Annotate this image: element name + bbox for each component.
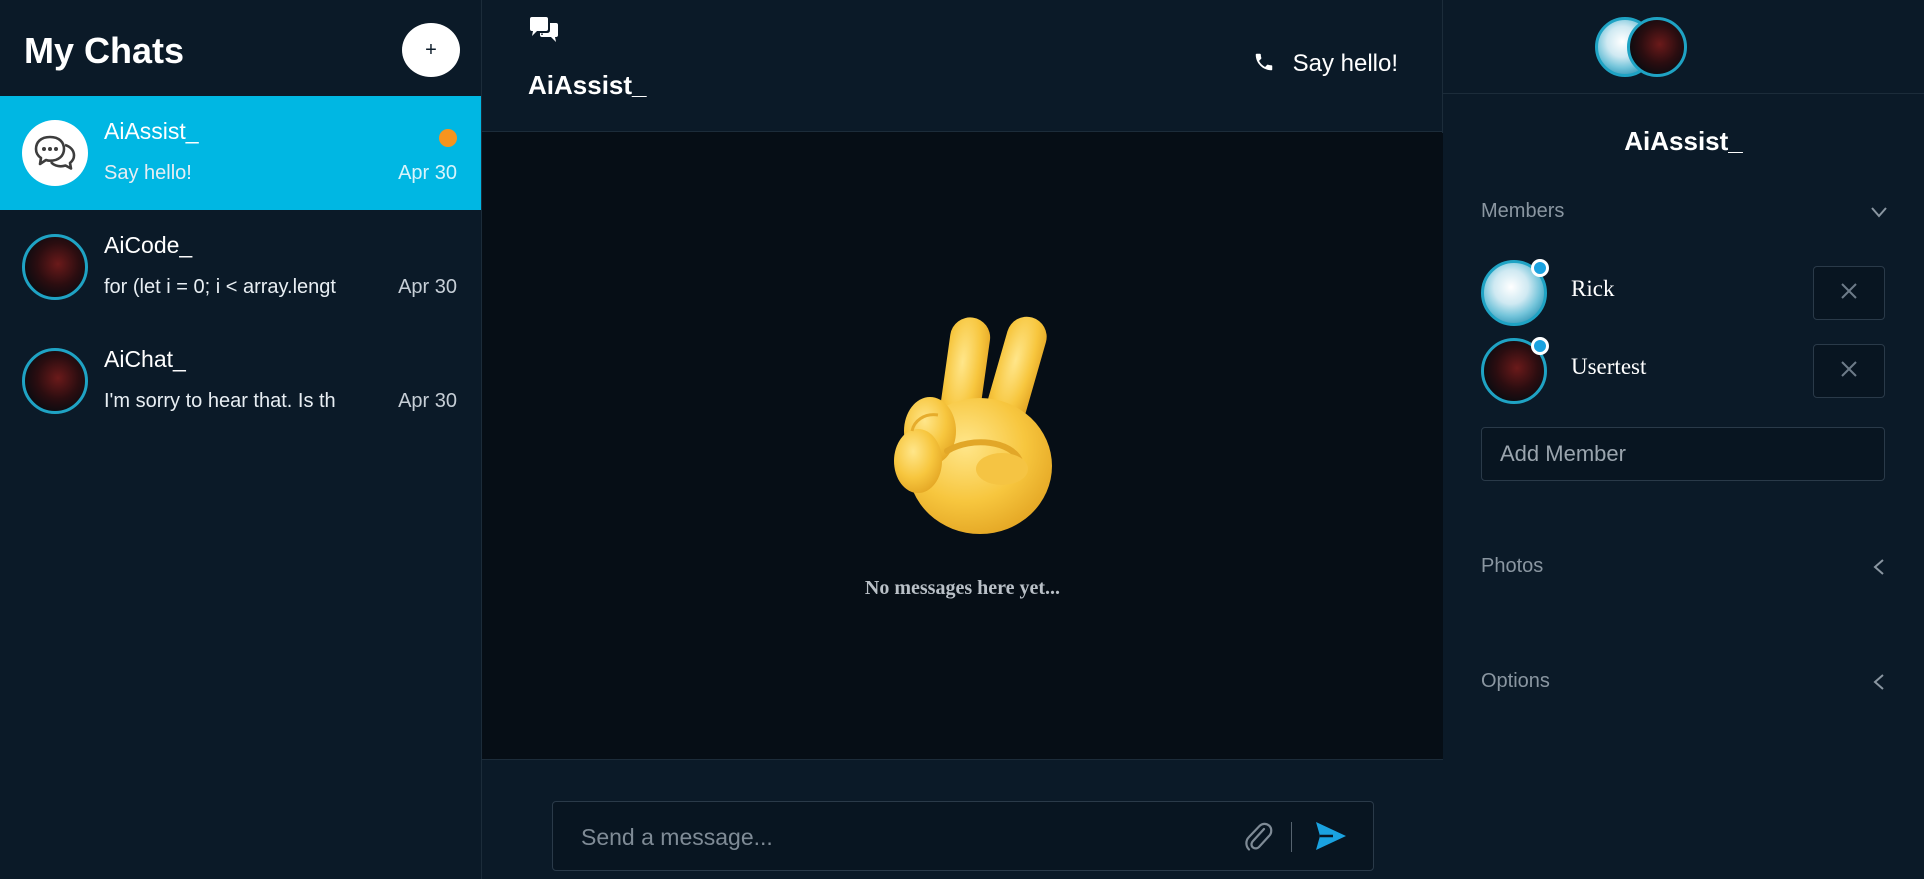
call-label: Say hello! bbox=[1292, 50, 1398, 77]
empty-state-text: No messages here yet... bbox=[864, 577, 1061, 599]
composer-area bbox=[482, 759, 1443, 879]
section-label: Photos bbox=[1481, 555, 1544, 577]
options-section-toggle[interactable]: Options bbox=[1481, 670, 1889, 700]
conversation-title: AiAssist_ bbox=[528, 70, 647, 100]
online-indicator bbox=[1531, 259, 1549, 277]
chat-bubbles-icon bbox=[22, 120, 88, 186]
chat-date: Apr 30 bbox=[398, 276, 457, 298]
chat-bubbles-icon bbox=[528, 16, 560, 51]
send-icon[interactable] bbox=[1313, 818, 1349, 859]
member-name: Usertest bbox=[1571, 354, 1647, 379]
conversation-panel: AiAssist_ Say hello! No messages here ye… bbox=[482, 0, 1443, 879]
chevron-left-icon bbox=[1869, 557, 1889, 582]
chat-app: My Chats + AiAssist_ Say hello! Apr 30 A… bbox=[0, 0, 1924, 879]
online-indicator bbox=[1531, 337, 1549, 355]
member-row: Usertest bbox=[1481, 337, 1889, 406]
chevron-left-icon bbox=[1869, 672, 1889, 697]
chat-preview: for (let i = 0; i < array.length bbox=[104, 276, 336, 298]
photos-section-toggle[interactable]: Photos bbox=[1481, 555, 1889, 585]
composer-divider bbox=[1291, 822, 1292, 852]
avatar bbox=[22, 348, 88, 414]
phone-icon bbox=[1253, 51, 1275, 78]
call-button[interactable]: Say hello! bbox=[1253, 50, 1398, 78]
sidebar-title: My Chats bbox=[24, 30, 185, 71]
chevron-down-icon bbox=[1869, 202, 1889, 227]
paperclip-icon[interactable] bbox=[1243, 820, 1273, 859]
avatar bbox=[22, 234, 88, 300]
close-icon bbox=[1838, 358, 1860, 385]
chat-sidebar: My Chats + AiAssist_ Say hello! Apr 30 A… bbox=[0, 0, 482, 879]
chat-list: AiAssist_ Say hello! Apr 30 AiCode_ for … bbox=[0, 96, 481, 438]
sidebar-header: My Chats + bbox=[0, 0, 481, 96]
remove-member-button[interactable] bbox=[1813, 266, 1885, 320]
message-input[interactable] bbox=[581, 820, 1221, 854]
chat-name: AiAssist_ bbox=[104, 118, 199, 144]
remove-member-button[interactable] bbox=[1813, 344, 1885, 398]
unread-indicator bbox=[439, 129, 457, 147]
chat-list-item[interactable]: AiAssist_ Say hello! Apr 30 bbox=[0, 96, 481, 210]
section-label: Options bbox=[1481, 670, 1550, 692]
chat-preview: Say hello! bbox=[104, 162, 192, 184]
chat-name: AiChat_ bbox=[104, 346, 186, 372]
message-composer bbox=[552, 801, 1374, 871]
members-section-toggle[interactable]: Members bbox=[1481, 200, 1889, 230]
add-member-input[interactable] bbox=[1481, 427, 1885, 481]
member-row: Rick bbox=[1481, 259, 1889, 328]
avatar bbox=[1627, 17, 1687, 77]
chat-date: Apr 30 bbox=[398, 162, 457, 184]
close-icon bbox=[1838, 280, 1860, 307]
details-avatar-stack bbox=[1443, 0, 1924, 94]
chat-date: Apr 30 bbox=[398, 390, 457, 412]
details-title: AiAssist_ bbox=[1624, 126, 1743, 156]
new-chat-button[interactable]: + bbox=[402, 23, 460, 77]
chat-preview: I'm sorry to hear that. Is there bbox=[104, 390, 336, 412]
chat-details-panel: AiAssist_ Members Rick Usertest Add Memb… bbox=[1443, 0, 1924, 879]
message-area: No messages here yet... bbox=[482, 133, 1443, 759]
member-name: Rick bbox=[1571, 276, 1615, 301]
victory-hand-icon bbox=[852, 301, 1072, 546]
section-label: Members bbox=[1481, 200, 1565, 222]
chat-list-item[interactable]: AiCode_ for (let i = 0; i < array.length… bbox=[0, 210, 481, 324]
chat-name: AiCode_ bbox=[104, 232, 193, 258]
chat-list-item[interactable]: AiChat_ I'm sorry to hear that. Is there… bbox=[0, 324, 481, 438]
conversation-header: AiAssist_ Say hello! bbox=[482, 0, 1442, 132]
